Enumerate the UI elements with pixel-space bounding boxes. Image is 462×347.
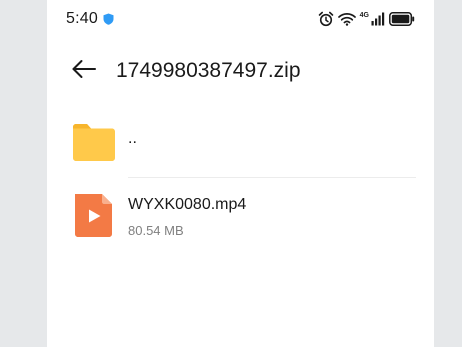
status-time: 5:40 bbox=[66, 10, 98, 27]
phone-screen: 5:40 4G 1749980387497.zip .. WYXK0080.mp… bbox=[47, 0, 434, 347]
list-item-parent-folder[interactable]: .. bbox=[47, 108, 434, 178]
file-list: .. WYXK0080.mp4 80.54 MB bbox=[47, 108, 434, 258]
shield-icon bbox=[103, 12, 114, 25]
video-file-icon bbox=[72, 192, 116, 237]
battery-icon bbox=[389, 12, 415, 26]
status-bar: 5:40 4G bbox=[47, 0, 434, 38]
cellular-signal-icon bbox=[371, 12, 385, 26]
wifi-icon bbox=[337, 12, 356, 26]
list-item-file[interactable]: WYXK0080.mp4 80.54 MB bbox=[47, 178, 434, 258]
page-title: 1749980387497.zip bbox=[116, 59, 301, 82]
alarm-icon bbox=[318, 11, 334, 27]
status-icons: 4G bbox=[318, 9, 415, 29]
file-name: WYXK0080.mp4 bbox=[128, 196, 247, 213]
network-type-label: 4G bbox=[359, 11, 369, 19]
app-bar: 1749980387497.zip bbox=[47, 50, 434, 92]
arrow-left-icon bbox=[71, 59, 97, 84]
folder-icon bbox=[72, 122, 116, 164]
back-button[interactable] bbox=[69, 56, 99, 86]
file-size: 80.54 MB bbox=[128, 223, 184, 238]
parent-folder-label: .. bbox=[128, 130, 137, 147]
